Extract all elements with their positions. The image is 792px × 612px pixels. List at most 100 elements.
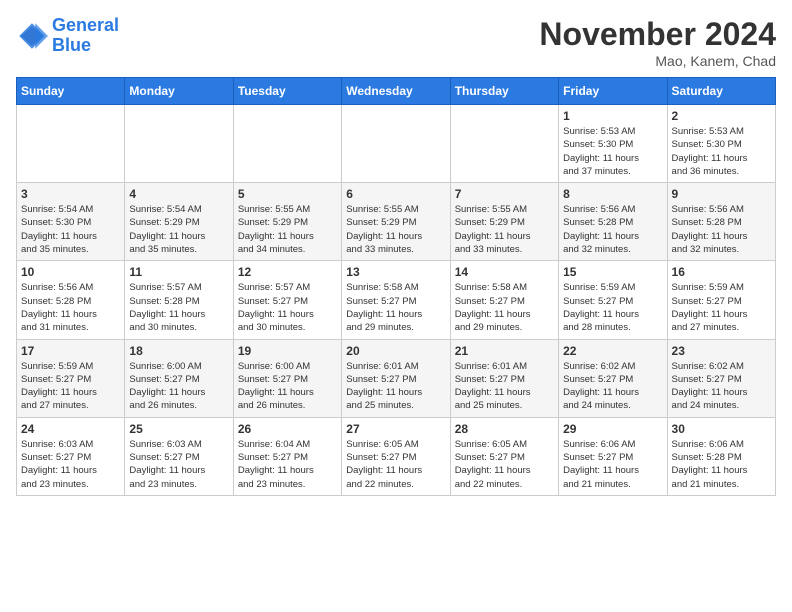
day-number: 6 <box>346 187 445 201</box>
day-number: 12 <box>238 265 337 279</box>
day-number: 1 <box>563 109 662 123</box>
day-cell: 24 Sunrise: 6:03 AM Sunset: 5:27 PM Dayli… <box>17 417 125 495</box>
weekday-sunday: Sunday <box>17 78 125 105</box>
day-cell: 14 Sunrise: 5:58 AM Sunset: 5:27 PM Dayli… <box>450 261 558 339</box>
day-info: Sunrise: 5:58 AM Sunset: 5:27 PM Dayligh… <box>346 281 445 334</box>
day-info: Sunrise: 6:00 AM Sunset: 5:27 PM Dayligh… <box>238 360 337 413</box>
logo: General Blue <box>16 16 119 56</box>
day-cell: 5 Sunrise: 5:55 AM Sunset: 5:29 PM Daylig… <box>233 183 341 261</box>
day-cell: 3 Sunrise: 5:54 AM Sunset: 5:30 PM Daylig… <box>17 183 125 261</box>
day-cell: 9 Sunrise: 5:56 AM Sunset: 5:28 PM Daylig… <box>667 183 775 261</box>
day-number: 26 <box>238 422 337 436</box>
day-number: 7 <box>455 187 554 201</box>
day-number: 24 <box>21 422 120 436</box>
day-cell: 11Sunrise: 5:57 AM Sunset: 5:28 PM Dayli… <box>125 261 233 339</box>
day-cell <box>342 105 450 183</box>
weekday-friday: Friday <box>559 78 667 105</box>
day-cell <box>450 105 558 183</box>
day-number: 14 <box>455 265 554 279</box>
day-number: 4 <box>129 187 228 201</box>
weekday-header-row: SundayMondayTuesdayWednesdayThursdayFrid… <box>17 78 776 105</box>
day-cell: 1 Sunrise: 5:53 AM Sunset: 5:30 PM Daylig… <box>559 105 667 183</box>
day-cell: 28Sunrise: 6:05 AM Sunset: 5:27 PM Dayli… <box>450 417 558 495</box>
day-number: 5 <box>238 187 337 201</box>
day-info: Sunrise: 6:00 AM Sunset: 5:27 PM Dayligh… <box>129 360 228 413</box>
day-info: Sunrise: 5:57 AM Sunset: 5:27 PM Dayligh… <box>238 281 337 334</box>
weekday-saturday: Saturday <box>667 78 775 105</box>
day-info: Sunrise: 6:02 AM Sunset: 5:27 PM Dayligh… <box>672 360 771 413</box>
day-number: 16 <box>672 265 771 279</box>
day-cell: 22 Sunrise: 6:02 AM Sunset: 5:27 PM Dayli… <box>559 339 667 417</box>
day-cell: 23 Sunrise: 6:02 AM Sunset: 5:27 PM Dayli… <box>667 339 775 417</box>
weekday-monday: Monday <box>125 78 233 105</box>
day-number: 30 <box>672 422 771 436</box>
day-info: Sunrise: 6:04 AM Sunset: 5:27 PM Dayligh… <box>238 438 337 491</box>
day-cell: 8Sunrise: 5:56 AM Sunset: 5:28 PM Daylig… <box>559 183 667 261</box>
logo-line1: General <box>52 15 119 35</box>
week-row-1: 1 Sunrise: 5:53 AM Sunset: 5:30 PM Daylig… <box>17 105 776 183</box>
day-number: 15 <box>563 265 662 279</box>
day-cell: 30Sunrise: 6:06 AM Sunset: 5:28 PM Dayli… <box>667 417 775 495</box>
day-number: 13 <box>346 265 445 279</box>
day-info: Sunrise: 6:03 AM Sunset: 5:27 PM Dayligh… <box>129 438 228 491</box>
day-cell <box>17 105 125 183</box>
weekday-wednesday: Wednesday <box>342 78 450 105</box>
day-cell: 4 Sunrise: 5:54 AM Sunset: 5:29 PM Daylig… <box>125 183 233 261</box>
day-info: Sunrise: 6:06 AM Sunset: 5:27 PM Dayligh… <box>563 438 662 491</box>
day-info: Sunrise: 6:01 AM Sunset: 5:27 PM Dayligh… <box>346 360 445 413</box>
day-cell: 29Sunrise: 6:06 AM Sunset: 5:27 PM Dayli… <box>559 417 667 495</box>
logo-text: General Blue <box>52 16 119 56</box>
day-info: Sunrise: 5:58 AM Sunset: 5:27 PM Dayligh… <box>455 281 554 334</box>
day-number: 17 <box>21 344 120 358</box>
month-title: November 2024 <box>539 16 776 53</box>
day-number: 27 <box>346 422 445 436</box>
day-number: 19 <box>238 344 337 358</box>
day-number: 20 <box>346 344 445 358</box>
day-info: Sunrise: 5:54 AM Sunset: 5:30 PM Dayligh… <box>21 203 120 256</box>
week-row-5: 24 Sunrise: 6:03 AM Sunset: 5:27 PM Dayli… <box>17 417 776 495</box>
week-row-3: 10 Sunrise: 5:56 AM Sunset: 5:28 PM Dayli… <box>17 261 776 339</box>
day-cell: 19 Sunrise: 6:00 AM Sunset: 5:27 PM Dayli… <box>233 339 341 417</box>
day-info: Sunrise: 6:02 AM Sunset: 5:27 PM Dayligh… <box>563 360 662 413</box>
week-row-4: 17 Sunrise: 5:59 AM Sunset: 5:27 PM Dayli… <box>17 339 776 417</box>
day-info: Sunrise: 6:03 AM Sunset: 5:27 PM Dayligh… <box>21 438 120 491</box>
day-info: Sunrise: 5:56 AM Sunset: 5:28 PM Dayligh… <box>21 281 120 334</box>
day-info: Sunrise: 5:59 AM Sunset: 5:27 PM Dayligh… <box>21 360 120 413</box>
logo-line2: Blue <box>52 35 91 55</box>
day-cell: 20 Sunrise: 6:01 AM Sunset: 5:27 PM Dayli… <box>342 339 450 417</box>
day-info: Sunrise: 5:57 AM Sunset: 5:28 PM Dayligh… <box>129 281 228 334</box>
day-cell: 26 Sunrise: 6:04 AM Sunset: 5:27 PM Dayli… <box>233 417 341 495</box>
day-cell: 17 Sunrise: 5:59 AM Sunset: 5:27 PM Dayli… <box>17 339 125 417</box>
day-cell: 16 Sunrise: 5:59 AM Sunset: 5:27 PM Dayli… <box>667 261 775 339</box>
weekday-thursday: Thursday <box>450 78 558 105</box>
logo-icon <box>16 20 48 52</box>
day-cell: 18 Sunrise: 6:00 AM Sunset: 5:27 PM Dayli… <box>125 339 233 417</box>
day-cell: 27 Sunrise: 6:05 AM Sunset: 5:27 PM Dayli… <box>342 417 450 495</box>
day-info: Sunrise: 5:53 AM Sunset: 5:30 PM Dayligh… <box>672 125 771 178</box>
day-number: 9 <box>672 187 771 201</box>
day-number: 10 <box>21 265 120 279</box>
day-number: 18 <box>129 344 228 358</box>
day-info: Sunrise: 6:05 AM Sunset: 5:27 PM Dayligh… <box>455 438 554 491</box>
day-info: Sunrise: 5:54 AM Sunset: 5:29 PM Dayligh… <box>129 203 228 256</box>
day-number: 23 <box>672 344 771 358</box>
day-info: Sunrise: 5:56 AM Sunset: 5:28 PM Dayligh… <box>672 203 771 256</box>
day-cell: 25Sunrise: 6:03 AM Sunset: 5:27 PM Dayli… <box>125 417 233 495</box>
day-info: Sunrise: 6:05 AM Sunset: 5:27 PM Dayligh… <box>346 438 445 491</box>
day-cell: 7 Sunrise: 5:55 AM Sunset: 5:29 PM Daylig… <box>450 183 558 261</box>
day-info: Sunrise: 5:55 AM Sunset: 5:29 PM Dayligh… <box>238 203 337 256</box>
day-number: 22 <box>563 344 662 358</box>
day-cell <box>125 105 233 183</box>
day-info: Sunrise: 5:55 AM Sunset: 5:29 PM Dayligh… <box>346 203 445 256</box>
weekday-tuesday: Tuesday <box>233 78 341 105</box>
day-cell: 15Sunrise: 5:59 AM Sunset: 5:27 PM Dayli… <box>559 261 667 339</box>
day-number: 3 <box>21 187 120 201</box>
calendar-table: SundayMondayTuesdayWednesdayThursdayFrid… <box>16 77 776 496</box>
day-number: 21 <box>455 344 554 358</box>
day-info: Sunrise: 5:55 AM Sunset: 5:29 PM Dayligh… <box>455 203 554 256</box>
week-row-2: 3 Sunrise: 5:54 AM Sunset: 5:30 PM Daylig… <box>17 183 776 261</box>
day-info: Sunrise: 5:59 AM Sunset: 5:27 PM Dayligh… <box>672 281 771 334</box>
day-cell: 2Sunrise: 5:53 AM Sunset: 5:30 PM Daylig… <box>667 105 775 183</box>
day-info: Sunrise: 5:56 AM Sunset: 5:28 PM Dayligh… <box>563 203 662 256</box>
day-info: Sunrise: 5:53 AM Sunset: 5:30 PM Dayligh… <box>563 125 662 178</box>
